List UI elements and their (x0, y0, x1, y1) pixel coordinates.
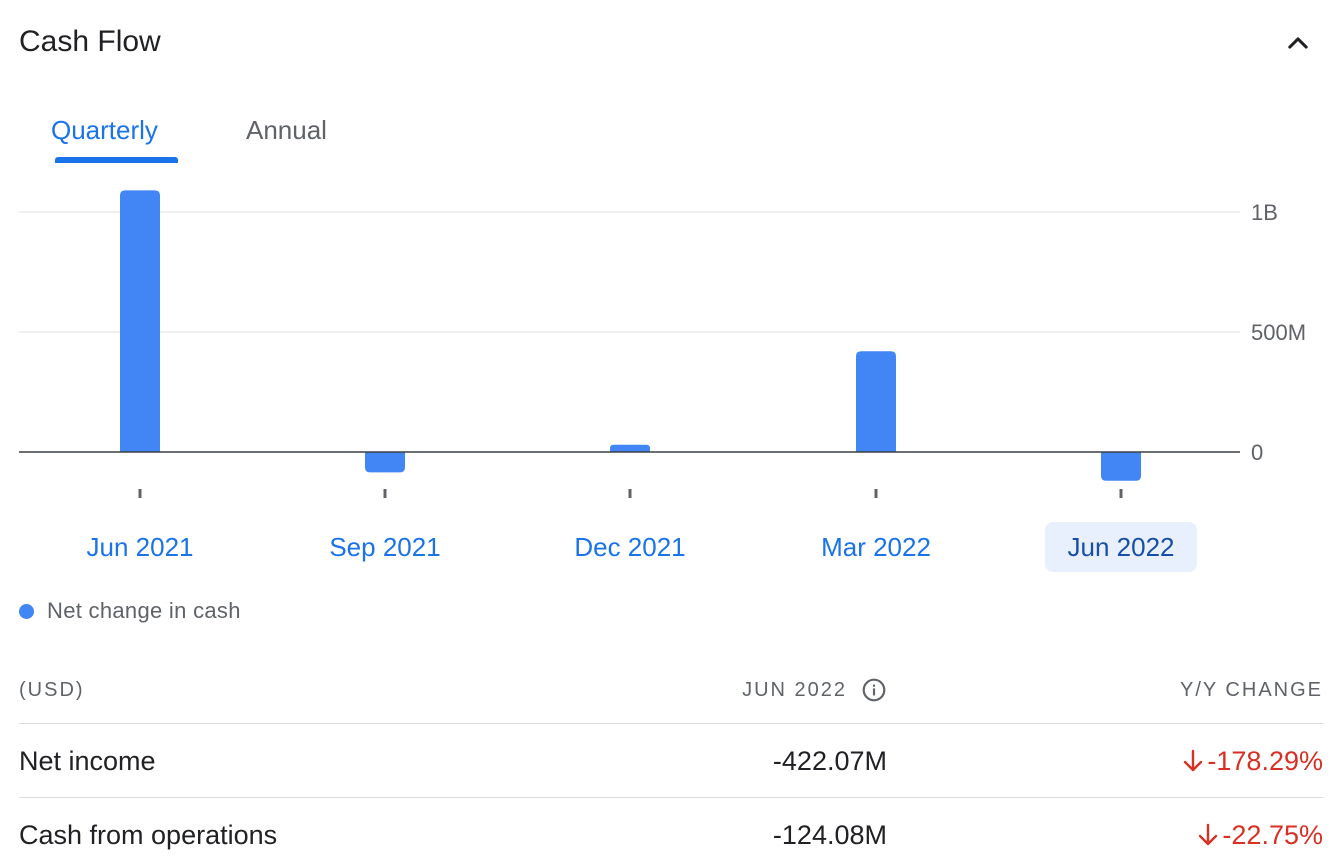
row-label: Cash from operations (19, 820, 278, 850)
row-change-value: -178.29% (1207, 746, 1323, 776)
y-tick-label: 0 (1251, 440, 1263, 465)
chart-legend: Net change in cash (19, 596, 241, 626)
legend-swatch (19, 603, 34, 619)
period-tabs: Quarterly Annual (0, 100, 420, 166)
y-tick-label: 1B (1251, 200, 1278, 225)
x-axis-label[interactable]: Jun 2021 (64, 522, 216, 572)
cash-flow-table: (USD) JUN 2022 Y/Y CHANGE Net income -42… (19, 660, 1323, 866)
table-row[interactable]: Net income -422.07M -178.29% (19, 724, 1323, 798)
x-tick-mark (628, 489, 632, 498)
row-value: -124.08M (772, 820, 887, 850)
bar (856, 351, 896, 452)
arrow-down-icon (1184, 749, 1203, 772)
section-title: Cash Flow (19, 25, 161, 58)
x-axis-label[interactable]: Mar 2022 (800, 522, 952, 572)
x-tick-mark (1119, 489, 1123, 498)
row-change-value: -22.75% (1222, 820, 1323, 850)
row-label: Net income (19, 746, 156, 776)
bar (365, 452, 405, 473)
y-tick-label: 500M (1251, 320, 1306, 345)
column-header-period: JUN 2022 (742, 679, 847, 701)
table-row[interactable]: Cash from operations -124.08M -22.75% (19, 798, 1323, 866)
x-axis-label[interactable]: Jun 2022 (1045, 522, 1197, 572)
collapse-button[interactable] (1277, 22, 1319, 64)
bar (120, 190, 160, 452)
info-icon[interactable] (861, 677, 887, 703)
section-header: Cash Flow (0, 0, 1342, 90)
legend-label: Net change in cash (47, 598, 241, 623)
chevron-up-icon (1288, 37, 1308, 49)
cash-flow-chart: 1B 500M 0 (19, 190, 1306, 498)
x-tick-mark (138, 489, 142, 498)
tab-annual[interactable]: Annual (246, 112, 327, 148)
x-axis-label[interactable]: Dec 2021 (554, 522, 706, 572)
column-header-change: Y/Y CHANGE (1180, 679, 1323, 701)
row-value: -422.07M (772, 746, 887, 776)
row-change: -22.75% (1197, 818, 1323, 852)
table-header: (USD) JUN 2022 Y/Y CHANGE (19, 660, 1323, 724)
column-header-currency: (USD) (19, 679, 85, 701)
x-tick-mark (874, 489, 878, 498)
bar (610, 444, 650, 452)
active-tab-indicator (55, 157, 178, 163)
x-axis-label[interactable]: Sep 2021 (309, 522, 461, 572)
tab-quarterly[interactable]: Quarterly (51, 112, 158, 148)
bar (1101, 452, 1141, 481)
row-change: -178.29% (1182, 744, 1323, 778)
x-tick-mark (383, 489, 387, 498)
arrow-down-icon (1199, 823, 1218, 846)
